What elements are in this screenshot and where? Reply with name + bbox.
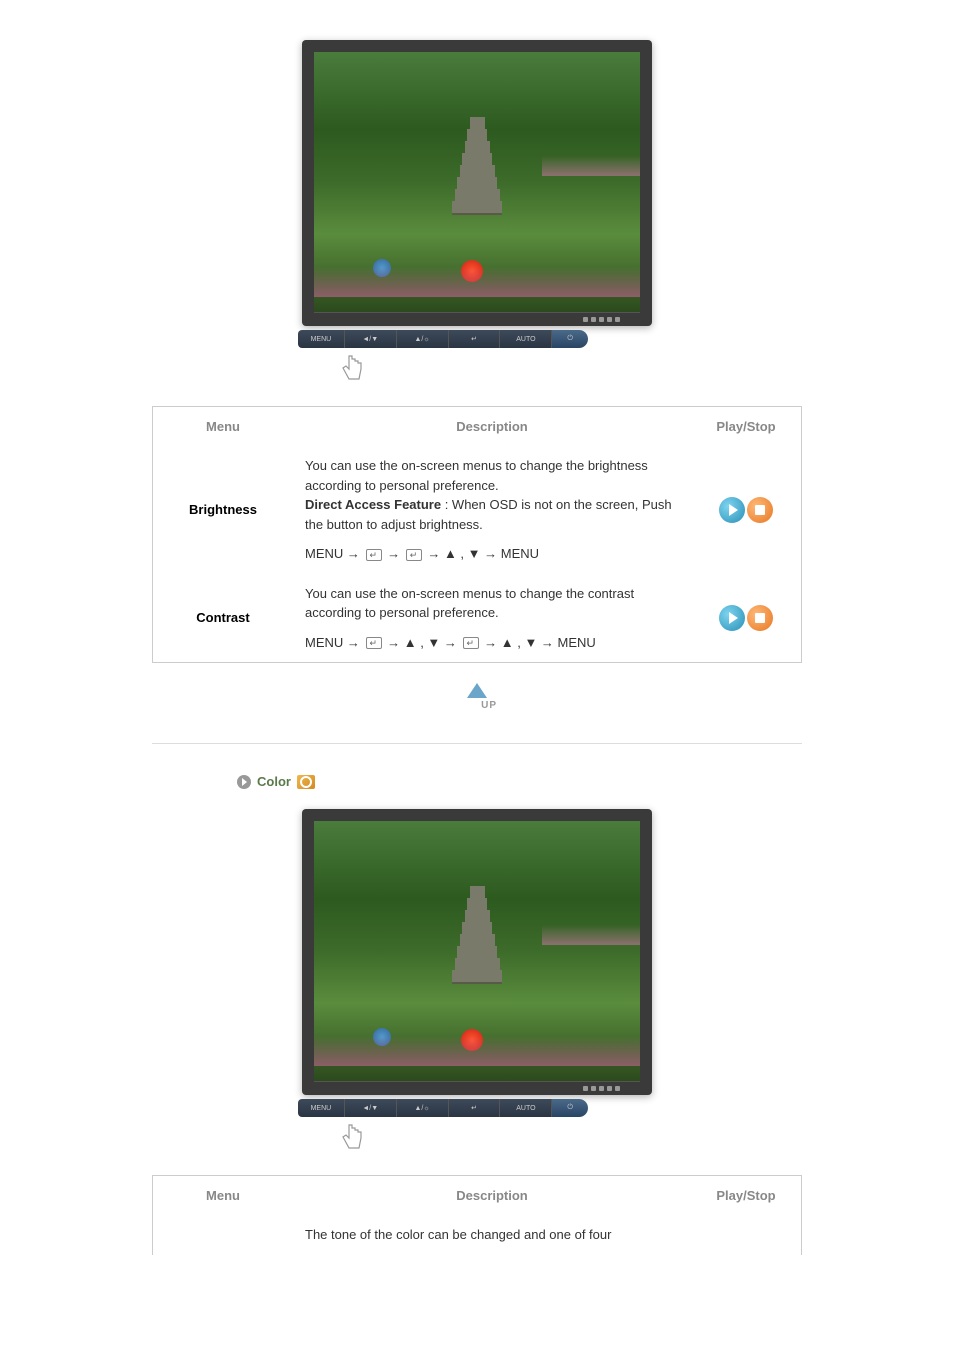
brightness-description: You can use the on-screen menus to chang… <box>293 446 691 574</box>
btn-menu: MENU <box>298 1099 345 1117</box>
pagoda-graphic <box>452 886 502 1026</box>
monitor-illustration-2: MENU ◄/▼ ▲/☼ ↵ AUTO ⏻ <box>0 809 954 1155</box>
col-header-description: Description <box>293 407 691 446</box>
enter-icon <box>406 549 422 561</box>
up-arrow-icon <box>467 683 487 698</box>
col-header-menu: Menu <box>153 407 293 446</box>
enter-icon <box>366 549 382 561</box>
table-row: Brightness You can use the on-screen men… <box>153 446 801 574</box>
enter-icon <box>463 637 479 649</box>
col-header-description: Description <box>293 1176 691 1215</box>
stop-button[interactable] <box>747 497 773 523</box>
btn-menu: MENU <box>298 330 345 348</box>
play-button[interactable] <box>719 497 745 523</box>
btn-up: ▲/☼ <box>397 330 449 348</box>
monitor-screen <box>314 821 640 1081</box>
btn-enter: ↵ <box>449 1099 501 1117</box>
section-title-color: Color <box>257 774 291 789</box>
monitor-frame <box>302 40 652 326</box>
btn-up: ▲/☼ <box>397 1099 449 1117</box>
monitor-button-bar: MENU ◄/▼ ▲/☼ ↵ AUTO ⏻ <box>298 330 588 348</box>
monitor-screen <box>314 52 640 312</box>
back-to-top-link[interactable]: UP <box>0 683 954 713</box>
stop-button[interactable] <box>747 605 773 631</box>
up-label: UP <box>481 700 497 711</box>
col-header-menu: Menu <box>153 1176 293 1215</box>
monitor-button-bar: MENU ◄/▼ ▲/☼ ↵ AUTO ⏻ <box>298 1099 588 1117</box>
color-menu-table: Menu Description Play/Stop The tone of t… <box>152 1175 802 1255</box>
btn-power: ⏻ <box>552 330 588 348</box>
color-section-header: Color <box>152 774 802 789</box>
color-tone-description: The tone of the color can be changed and… <box>293 1215 691 1255</box>
brightness-nav-sequence: MENU → → → ▲ , ▼ → MENU <box>305 544 679 564</box>
picture-menu-table: Menu Description Play/Stop Brightness Yo… <box>152 406 802 663</box>
play-button[interactable] <box>719 605 745 631</box>
table-row: Contrast You can use the on-screen menus… <box>153 574 801 663</box>
hand-cursor-icon <box>337 1120 367 1155</box>
section-divider <box>152 743 802 744</box>
menu-item-contrast: Contrast <box>153 574 293 663</box>
pagoda-graphic <box>452 117 502 257</box>
monitor-frame <box>302 809 652 1095</box>
bullet-icon <box>237 775 251 789</box>
col-header-playstop: Play/Stop <box>691 1176 801 1215</box>
btn-power: ⏻ <box>552 1099 588 1117</box>
contrast-nav-sequence: MENU → → ▲ , ▼ → → ▲ , ▼ → MENU <box>305 633 679 653</box>
table-row: The tone of the color can be changed and… <box>153 1215 801 1255</box>
btn-down: ◄/▼ <box>345 330 397 348</box>
hand-cursor-icon <box>337 351 367 386</box>
contrast-description: You can use the on-screen menus to chang… <box>293 574 691 663</box>
btn-auto: AUTO <box>500 1099 552 1117</box>
col-header-playstop: Play/Stop <box>691 407 801 446</box>
btn-enter: ↵ <box>449 330 501 348</box>
color-badge-icon <box>297 775 315 789</box>
enter-icon <box>366 637 382 649</box>
menu-item-brightness: Brightness <box>153 446 293 574</box>
btn-auto: AUTO <box>500 330 552 348</box>
btn-down: ◄/▼ <box>345 1099 397 1117</box>
monitor-illustration-1: MENU ◄/▼ ▲/☼ ↵ AUTO ⏻ <box>0 40 954 386</box>
